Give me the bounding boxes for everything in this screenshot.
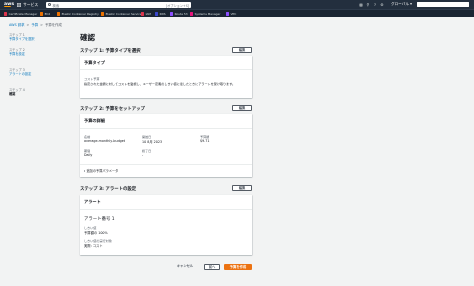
favorite-route53[interactable]: Route 53 [170, 12, 188, 16]
favorite-label: Elastic Container Registry [61, 11, 99, 16]
help-icon[interactable]: ? [373, 2, 377, 7]
favorites-bar: Certificate Manager EC2 Elastic Containe… [0, 9, 474, 17]
caret-right-icon [84, 170, 85, 172]
favorite-iam[interactable]: IAM [141, 12, 151, 16]
favorite-label: Route 53 [174, 11, 188, 16]
favorite-ecs[interactable]: Elastic Container Service [101, 12, 142, 16]
vpc-icon [226, 12, 230, 16]
edit-step2-button[interactable]: 編集 [232, 105, 252, 111]
wizard-step-4: ステップ 4 確認 [9, 88, 69, 96]
favorite-ec2[interactable]: EC2 [40, 12, 50, 16]
favorite-label: Systems Manager [194, 11, 221, 16]
page-title: 確認 [80, 33, 95, 42]
start-date-value: 10 8月 2023 [142, 140, 163, 144]
bell-icon[interactable]: ⚲ [366, 2, 370, 7]
favorite-ecr[interactable]: Elastic Container Registry [57, 12, 99, 16]
edit-step1-button[interactable]: 編集 [232, 47, 252, 53]
breadcrumb-current: 予算を作成 [44, 23, 62, 27]
alerts-title: アラート [84, 199, 101, 204]
alerts-card: アラート アラート番号 1 しきい値 予算額の 100% しきい値の実行対象 実… [80, 195, 252, 255]
services-menu[interactable]: サービス [23, 2, 38, 8]
create-budget-button[interactable]: 予算を作成 [224, 264, 252, 270]
breadcrumb-budgets[interactable]: 予算 [31, 23, 38, 27]
step3-section-title: ステップ 3: アラートの設定 [80, 187, 137, 192]
favorite-label: VPC [230, 11, 237, 16]
step2-section-title: ステップ 2: 予算をセットアップ [80, 107, 145, 112]
wizard-step-1[interactable]: ステップ 1 予算タイプを選択 [9, 33, 69, 41]
favorite-label: IAM [145, 11, 151, 16]
period-value: Daily [84, 153, 93, 157]
search-icon [48, 2, 51, 6]
favorite-rds[interactable]: RDS [155, 12, 166, 16]
end-date-value: - [142, 153, 144, 157]
wizard-step-3[interactable]: ステップ 3 アラートの設定 [9, 68, 69, 76]
search-input[interactable]: 検索 [オプション+S] [46, 1, 191, 8]
favorite-label: EC2 [44, 11, 51, 16]
favorite-label: RDS [159, 11, 166, 16]
favorite-certificate-manager[interactable]: Certificate Manager [4, 12, 37, 16]
breadcrumb-separator-icon: > [26, 23, 30, 27]
step2-section-header: ステップ 2: 予算をセットアップ 編集 [80, 105, 252, 112]
budget-type-title: 予算タイプ [84, 60, 105, 65]
step1-section-header: ステップ 1: 予算タイプを選択 編集 [80, 47, 252, 54]
budget-name-value: average-monthly-budget [84, 139, 126, 143]
favorite-label: Certificate Manager [8, 11, 38, 16]
ecs-icon [101, 12, 105, 16]
previous-button[interactable]: 前へ [204, 264, 220, 270]
edit-step3-button[interactable]: 編集 [232, 185, 252, 191]
services-grid-icon[interactable] [17, 2, 21, 7]
search-placeholder: 検索 [52, 3, 60, 8]
ec2-icon [40, 12, 44, 16]
step1-section-title: ステップ 1: 予算タイプを選択 [80, 49, 141, 54]
step-name: 確認 [9, 92, 16, 97]
top-navigation: aws サービス 検索 [オプション+S] ▩ ⚲ ? ⚙ グローバル ▾ [0, 0, 474, 9]
route53-icon [170, 12, 174, 16]
rds-icon [155, 12, 159, 16]
card-divider [80, 69, 252, 70]
breadcrumb-billing[interactable]: AWS 請求 [9, 23, 25, 27]
wizard-step-2[interactable]: ステップ 2 予算を設定 [9, 48, 69, 56]
threshold-value: 予算額の 100% [84, 231, 108, 235]
breadcrumb: AWS 請求 > 予算 > 予算を作成 [9, 22, 62, 27]
alert-name: アラート番号 1 [84, 217, 115, 222]
breadcrumb-separator-icon: > [40, 23, 43, 27]
additional-parameters-expander[interactable]: 追加の予算パラメータ [84, 168, 118, 173]
card-divider [80, 128, 252, 129]
expander-label: 追加の予算パラメータ [86, 169, 119, 173]
iam-icon [141, 12, 145, 16]
card-divider [80, 209, 252, 210]
step-name: 予算を設定 [9, 52, 25, 57]
budget-type-card: 予算タイプ コスト予算 指定された金額に対してコストを監視し、ユーザー定義のしき… [80, 56, 252, 98]
certificate-manager-icon [4, 12, 8, 16]
card-divider [80, 164, 252, 165]
step-name: アラートの設定 [9, 72, 32, 77]
search-shortcut-hint: [オプション+S] [165, 3, 189, 8]
budget-amount-value: $9.71 [200, 139, 210, 143]
systems-manager-icon [190, 12, 194, 16]
end-date-label: 終了日 [142, 149, 152, 153]
aws-logo-smile [4, 6, 11, 8]
favorite-label: Elastic Container Service [105, 11, 142, 16]
settings-icon[interactable]: ⚙ [380, 2, 384, 7]
cancel-button[interactable]: キャンセル [174, 264, 196, 270]
step-name: 予算タイプを選択 [9, 37, 35, 42]
region-selector[interactable]: グローバル ▾ [391, 2, 412, 7]
account-menu[interactable] [417, 2, 469, 7]
cloudshell-icon[interactable]: ▩ [359, 2, 363, 7]
budget-details-card: 予算の詳細 名前 average-monthly-budget 開始日 10 8… [80, 114, 252, 177]
ecr-icon [57, 12, 61, 16]
step3-section-header: ステップ 3: アラートの設定 編集 [80, 185, 252, 192]
budget-type-description: 指定された金額に対してコストを監視し、ユーザー定義のしきい値に達したときにアラー… [84, 82, 236, 86]
favorite-systems-manager[interactable]: Systems Manager [190, 12, 220, 16]
budget-details-title: 予算の詳細 [84, 118, 105, 123]
trigger-value: 実際: コスト [84, 244, 103, 248]
favorite-vpc[interactable]: VPC [226, 12, 236, 16]
